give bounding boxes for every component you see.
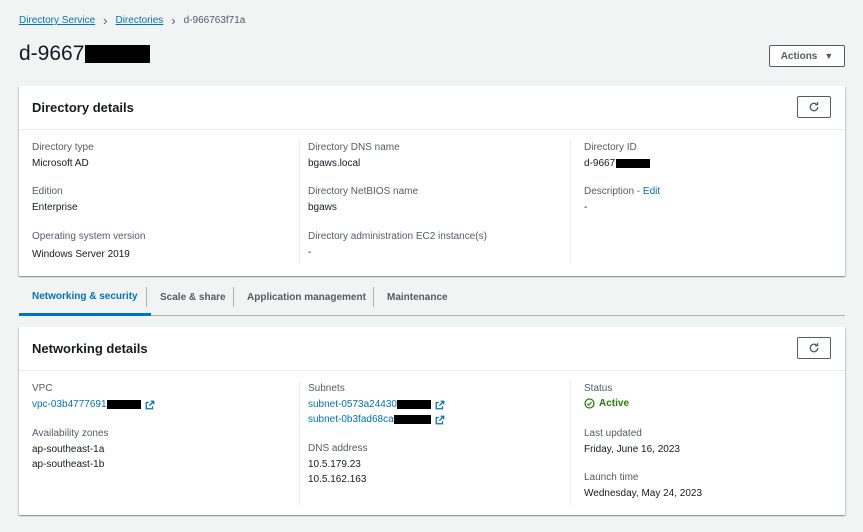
os-version-label: Operating system version [32, 231, 146, 242]
tab-maintenance[interactable]: Maintenance [387, 280, 448, 315]
vpc-link[interactable]: vpc-03b4777691 [32, 399, 107, 410]
breadcrumb-directory-service[interactable]: Directory Service [19, 15, 95, 26]
vpc-label: VPC [32, 383, 53, 394]
actions-button[interactable]: Actions ▼ [769, 45, 845, 67]
external-link-icon[interactable] [435, 415, 445, 425]
directory-details-title: Directory details [32, 100, 134, 115]
column-divider [299, 140, 300, 264]
status-badge: Active [584, 398, 629, 409]
directory-id-label: Directory ID [584, 142, 637, 153]
tab-divider [146, 287, 147, 307]
edition-value: Enterprise [32, 202, 78, 213]
tab-scale-share[interactable]: Scale & share [160, 280, 226, 315]
subnets-label: Subnets [308, 383, 345, 394]
external-link-icon[interactable] [145, 400, 155, 410]
netbios-name-value: bgaws [308, 202, 337, 213]
refresh-icon [809, 102, 819, 112]
description-label: Description - Edit [584, 186, 660, 197]
networking-details-header: Networking details [19, 327, 845, 371]
status-label: Status [584, 383, 613, 394]
launch-time-label: Launch time [584, 472, 639, 483]
breadcrumb-current: d-966763f71a [183, 15, 246, 26]
last-updated-label: Last updated [584, 428, 642, 439]
redaction-bar [393, 415, 431, 424]
edit-description-link[interactable]: Edit [643, 186, 660, 197]
breadcrumb: Directory Service › Directories › d-9667… [19, 12, 246, 28]
tab-bar: Networking & security Scale & share Appl… [19, 280, 845, 316]
directory-details-header: Directory details [19, 86, 845, 130]
edition-label: Edition [32, 186, 63, 197]
chevron-right-icon: › [103, 12, 108, 28]
availability-zones-label: Availability zones [32, 428, 109, 439]
column-divider [570, 140, 571, 264]
status-value: Active [599, 398, 630, 409]
refresh-icon [809, 343, 819, 353]
subnet-item: subnet-0b3fad68ca [308, 414, 445, 425]
page-title: d-9667 [19, 42, 151, 66]
tab-divider [373, 287, 374, 307]
subnet-link[interactable]: subnet-0b3fad68ca [308, 414, 394, 425]
column-divider [570, 381, 571, 505]
os-version-value: Windows Server 2019 [32, 249, 130, 260]
page-title-text: d-9667 [19, 42, 85, 65]
directory-details-panel: Directory details Directory type Microso… [19, 86, 845, 276]
admin-ec2-label: Directory administration EC2 instance(s) [308, 231, 487, 242]
description-label-text: Description - [584, 186, 643, 197]
tab-divider [233, 287, 234, 307]
chevron-right-icon: › [171, 12, 176, 28]
actions-label: Actions [780, 50, 818, 62]
last-updated-value: Friday, June 16, 2023 [584, 444, 680, 455]
page: Directory Service › Directories › d-9667… [0, 0, 863, 532]
directory-type-value: Microsoft AD [32, 158, 89, 169]
redaction-bar [396, 400, 431, 409]
redaction-bar [616, 159, 651, 168]
networking-details-panel: Networking details VPC vpc-03b4777691 Av… [19, 327, 845, 515]
check-circle-icon [584, 398, 595, 409]
launch-time-value: Wednesday, May 24, 2023 [584, 488, 703, 499]
tab-networking-security[interactable]: Networking & security [19, 280, 151, 316]
caret-down-icon: ▼ [824, 51, 834, 61]
redaction-bar [85, 45, 151, 63]
column-divider [299, 381, 300, 505]
dns-address-value: 10.5.179.23 [308, 459, 361, 470]
directory-type-label: Directory type [32, 142, 94, 153]
networking-refresh-button[interactable] [797, 337, 831, 359]
availability-zone-value: ap-southeast-1a [32, 444, 105, 455]
directory-id-text: d-9667 [584, 158, 616, 169]
directory-id-value: d-9667 [584, 158, 651, 169]
dns-name-label: Directory DNS name [308, 142, 400, 153]
breadcrumb-directories[interactable]: Directories [115, 15, 163, 26]
networking-details-title: Networking details [32, 341, 148, 356]
vpc-value: vpc-03b4777691 [32, 399, 155, 410]
directory-refresh-button[interactable] [797, 96, 831, 118]
netbios-name-label: Directory NetBIOS name [308, 186, 419, 197]
description-value: - [584, 202, 588, 213]
subnet-item: subnet-0573a24430 [308, 399, 445, 410]
admin-ec2-value: - [308, 247, 312, 258]
availability-zone-value: ap-southeast-1b [32, 459, 105, 470]
subnet-link[interactable]: subnet-0573a24430 [308, 399, 397, 410]
tab-application-management[interactable]: Application management [247, 280, 366, 315]
redaction-bar [106, 400, 141, 409]
dns-address-value: 10.5.162.163 [308, 474, 367, 485]
dns-address-label: DNS address [308, 443, 368, 454]
dns-name-value: bgaws.local [308, 158, 361, 169]
external-link-icon[interactable] [435, 400, 445, 410]
